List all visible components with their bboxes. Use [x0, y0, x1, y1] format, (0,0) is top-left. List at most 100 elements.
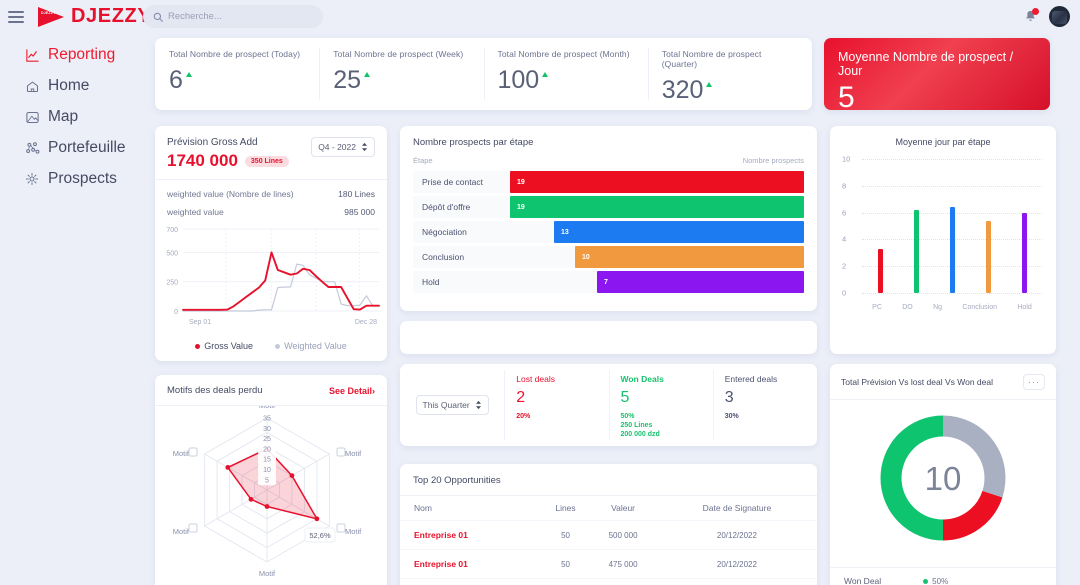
notifications-button[interactable] — [1023, 8, 1039, 25]
stage-label: Négociation — [422, 227, 467, 237]
series-line — [182, 251, 380, 311]
cell-lines: 50 — [541, 520, 590, 550]
cell-lines: 50 — [541, 549, 590, 579]
trend-up-icon — [542, 72, 549, 77]
cell-valeur: 500 000 — [589, 520, 657, 550]
bar — [985, 220, 991, 293]
logo-mark-text: DJEZZY — [41, 10, 56, 15]
brand-logo[interactable]: DJEZZY DJEZZY — [38, 5, 151, 28]
radar-category-label: Motif — [345, 527, 362, 536]
period-select[interactable]: This Quarter — [415, 395, 489, 415]
donut-legend-label: Won Deal — [844, 576, 882, 585]
y-axis-tick: 10 — [842, 154, 851, 164]
card-menu-button[interactable]: ··· — [1023, 374, 1045, 390]
stage-bar-value: 19 — [517, 178, 525, 186]
column-header-stage: Étape — [413, 156, 433, 165]
col-date: Date de Signature — [656, 495, 817, 521]
y-axis-tick: 250 — [166, 280, 178, 287]
x-axis-tick: Hold — [1017, 304, 1032, 311]
stage-bar: 13 — [554, 221, 804, 243]
trend-up-icon — [364, 72, 371, 77]
quarter-select-value: Q4 - 2022 — [318, 142, 356, 152]
radar-tick-label: 5 — [265, 477, 269, 484]
lost-deals-percent: 20% — [516, 413, 531, 420]
stage-bar-value: 13 — [561, 228, 569, 236]
sidebar-item-portefeuille[interactable]: Portefeuille — [0, 133, 150, 163]
kpi-label: Total Nombre de prospect (Quarter) — [661, 49, 762, 69]
sidebar-item-reporting[interactable]: Reporting — [0, 40, 150, 70]
stage-label: Dépôt d'offre — [422, 202, 471, 212]
radar-category-label: Motif — [345, 449, 362, 458]
kpi-label: Moyenne Nombre de prospect / Jour — [838, 50, 1014, 78]
y-axis-tick: 700 — [166, 227, 178, 234]
average-days-by-stage-card: Moyenne jour par étape 0 2 4 6 8 10 PC DO Ng Con… — [830, 126, 1056, 354]
prospects-by-stage-card: Nombre prospects par étape Étape Nombre … — [400, 126, 817, 311]
sidebar-item-home[interactable]: Home — [0, 71, 150, 101]
donut-legend-value: 50% — [923, 577, 948, 585]
lost-deal-reasons-card: Motifs des deals perdu See Detail› 5 10 15… — [155, 375, 387, 585]
cell-date: 20/12/2022 — [656, 578, 817, 585]
x-axis-tick: Ng — [933, 304, 943, 311]
card-title: Prévision Gross Add — [167, 137, 258, 148]
search-box[interactable] — [143, 5, 323, 28]
stage-bar: 19 — [510, 196, 804, 218]
donut-segment-lost-deal — [942, 490, 1003, 541]
stage-bar-row: Prise de contact 19 — [413, 171, 804, 193]
table-row[interactable]: Entreprise 01 50 500 000 20/12/2022 — [400, 520, 817, 550]
period-select-value: This Quarter — [422, 400, 470, 410]
x-axis-tick: PC — [872, 304, 882, 311]
stage-label: Conclusion — [422, 252, 465, 262]
bar — [1021, 212, 1027, 293]
y-axis-tick: 2 — [842, 261, 847, 271]
menu-toggle-icon[interactable] — [8, 10, 24, 23]
cell-nom[interactable]: Entreprise 01 — [400, 578, 542, 585]
radar-checkbox[interactable] — [336, 523, 346, 533]
table-header-row: Nom Lines Valeur Date de Signature — [400, 495, 817, 521]
stage-bar-row: Négociation 13 — [413, 221, 804, 243]
col-nom: Nom — [400, 495, 542, 521]
legend-item-gross: Gross Value — [195, 341, 253, 351]
radar-checkbox[interactable] — [188, 523, 198, 533]
radar-checkbox[interactable] — [336, 447, 346, 457]
table-row[interactable]: Entreprise 01 50 475 000 20/12/2022 — [400, 549, 817, 579]
sidebar: Reporting Home Map Portefeuille Prospect… — [0, 40, 150, 195]
x-axis-tick: Sep 01 — [189, 319, 211, 326]
sidebar-item-map[interactable]: Map — [0, 102, 150, 132]
kpi-row: Total Nombre de prospect (Today) 6 Total… — [155, 38, 812, 110]
avatar[interactable] — [1049, 6, 1070, 27]
kpi-card-week: Total Nombre de prospect (Week) 25 — [319, 38, 483, 110]
sidebar-item-prospects[interactable]: Prospects — [0, 164, 150, 194]
prevision-legend: Gross Value Weighted Value — [155, 341, 387, 351]
lost-deals-label: Lost deals — [516, 374, 555, 384]
lost-deals-value: 2 — [516, 389, 526, 406]
entered-deals-percent: 30% — [724, 413, 739, 420]
entered-deals-column: Entered deals 3 30% — [712, 364, 817, 446]
cell-nom[interactable]: Entreprise 01 — [400, 549, 542, 579]
kpi-card-average-per-day: Moyenne Nombre de prospect / Jour 5 — [824, 38, 1050, 114]
radar-checkbox[interactable] — [188, 447, 198, 457]
see-detail-link[interactable]: See Detail› — [329, 386, 375, 396]
table-row[interactable]: Entreprise 0150450 00020/12/2022 — [400, 578, 817, 585]
kpi-value: 5 — [838, 81, 855, 114]
stage-bar-row: Dépôt d'offre 19 — [413, 196, 804, 218]
stage-bar: 7 — [597, 271, 804, 293]
prevision-amount: 1740 000 — [167, 151, 238, 170]
cell-nom[interactable]: Entreprise 01 — [400, 520, 542, 550]
trend-up-icon — [185, 72, 192, 77]
y-axis-tick: 0 — [842, 288, 847, 298]
trend-up-icon — [706, 82, 713, 87]
sidebar-item-label: Reporting — [48, 46, 116, 63]
search-input[interactable] — [168, 11, 313, 22]
y-axis-tick: 500 — [166, 250, 178, 257]
gridline — [862, 293, 1042, 294]
bar — [949, 207, 955, 293]
gear-icon — [24, 171, 40, 187]
chevron-updown-icon — [362, 142, 367, 152]
deals-summary-card: This Quarter Lost deals 2 20% Won Deals … — [400, 364, 817, 446]
stage-bar-value: 7 — [604, 278, 608, 286]
quarter-select[interactable]: Q4 - 2022 — [311, 137, 375, 157]
sidebar-item-label: Prospects — [48, 170, 117, 187]
won-deals-column: Won Deals 5 50% 250 Lines 200 000 dzd — [608, 364, 713, 446]
stage-bar-value: 10 — [582, 253, 590, 261]
y-axis-tick: 8 — [842, 181, 847, 191]
